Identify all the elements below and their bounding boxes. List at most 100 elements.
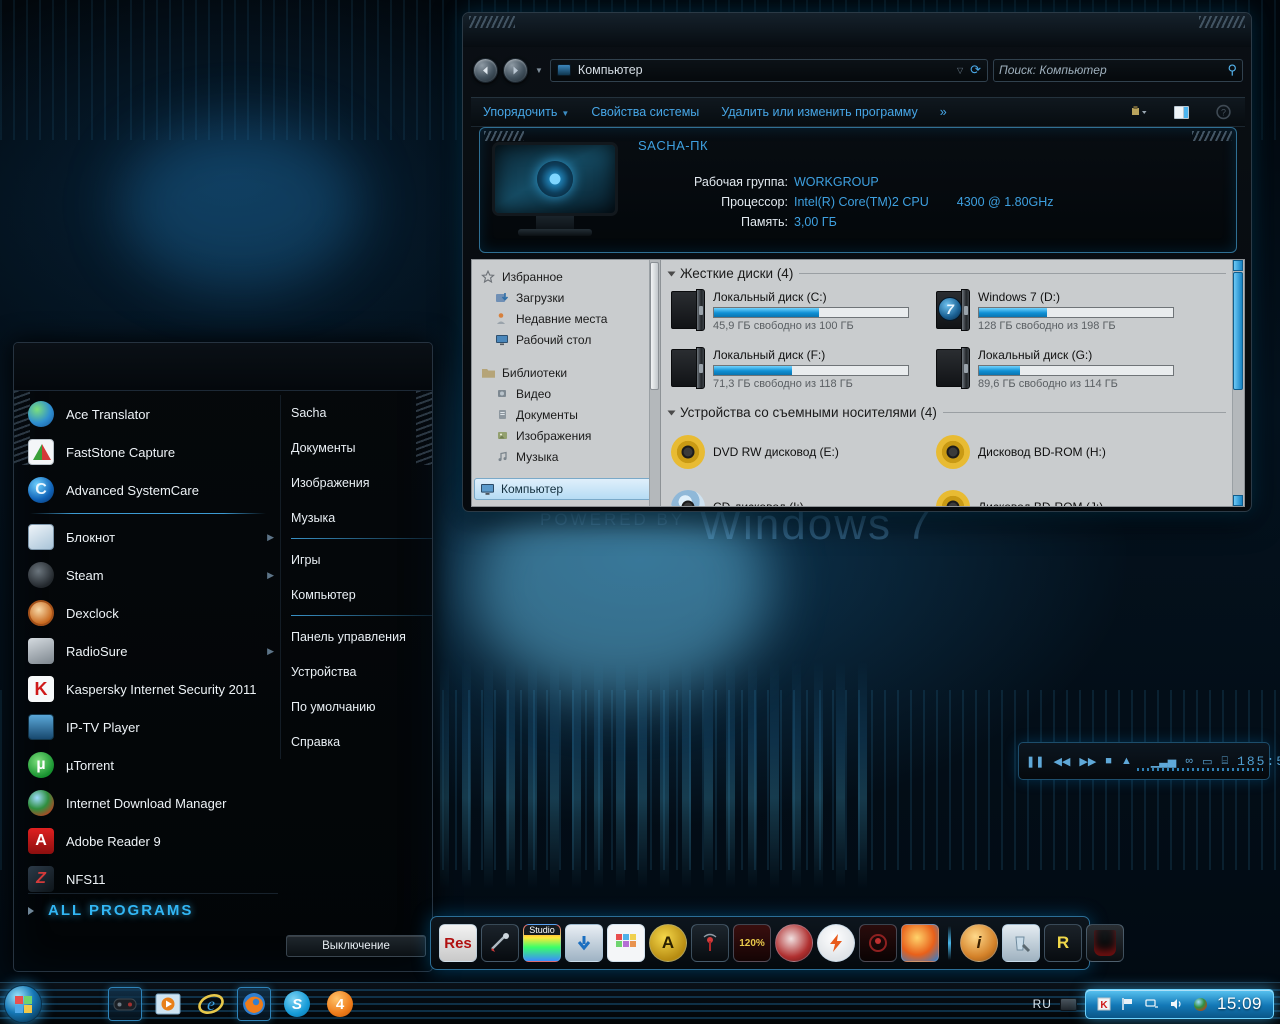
submenu-arrow-icon[interactable]: ▶	[267, 646, 278, 657]
network-icon[interactable]	[1145, 997, 1160, 1011]
nav-item-downloads[interactable]: Загрузки	[478, 287, 660, 308]
collapse-triangle-icon[interactable]	[667, 271, 676, 276]
toolbar-overflow-button[interactable]: »	[940, 105, 947, 119]
group-header-removable[interactable]: Устройства со съемными носителями (4)	[667, 405, 1244, 420]
start-menu-place-music[interactable]: Музыка	[291, 500, 428, 535]
taskbar-clock[interactable]: 15:09	[1217, 994, 1262, 1014]
start-menu-place-computer[interactable]: Компьютер	[291, 577, 428, 612]
start-menu-place-pictures[interactable]: Изображения	[291, 465, 428, 500]
nav-item-recent-places[interactable]: Недавние места	[478, 308, 660, 329]
shutdown-button[interactable]: Выключение	[286, 935, 426, 957]
flash-icon[interactable]	[817, 924, 855, 962]
antenna-icon[interactable]	[691, 924, 729, 962]
media-player-icon[interactable]	[151, 987, 185, 1021]
view-options-icon[interactable]	[1129, 104, 1149, 121]
start-menu-item[interactable]: C Advanced SystemCare	[28, 471, 278, 509]
preview-pane-icon[interactable]	[1171, 104, 1191, 121]
eject-icon[interactable]: ▲	[1121, 755, 1132, 767]
collapse-triangle-icon[interactable]	[667, 410, 676, 415]
optical-drive-item[interactable]: Дисковод BD-ROM (J:)	[936, 479, 1201, 506]
recycle-bin-icon[interactable]	[1086, 924, 1124, 962]
drive-item[interactable]: Локальный диск (C:) 45,9 ГБ свободно из …	[671, 285, 936, 343]
volume-icon[interactable]	[1169, 997, 1184, 1011]
drives-pane-scrollbar[interactable]	[1232, 260, 1244, 506]
windows-start-orb-icon[interactable]	[4, 985, 42, 1023]
start-menu-place-sacha[interactable]: Sacha	[291, 395, 428, 430]
drive-item[interactable]: 7 Windows 7 (D:) 128 ГБ свободно из 198 …	[936, 285, 1201, 343]
scroll-down-arrow-icon[interactable]	[1233, 495, 1243, 506]
submenu-arrow-icon[interactable]: ▶	[267, 570, 278, 581]
orange-four-icon[interactable]: 4	[323, 987, 357, 1021]
internet-explorer-icon[interactable]: e	[194, 987, 228, 1021]
minimize-icon[interactable]: ▭	[1202, 755, 1212, 768]
start-menu-place-control-panel[interactable]: Панель управления	[291, 619, 428, 654]
chevron-down-icon[interactable]: ▽	[957, 66, 963, 75]
system-properties-button[interactable]: Свойства системы	[591, 105, 699, 119]
start-menu-item[interactable]: Internet Download Manager	[28, 784, 278, 822]
download-icon[interactable]	[565, 924, 603, 962]
all-programs-button[interactable]: ALL PROGRAMS	[28, 893, 278, 923]
group-header-hard-drives[interactable]: Жесткие диски (4)	[667, 266, 1244, 281]
show-desktop-icon[interactable]	[1059, 997, 1077, 1011]
kaspersky-tray-icon[interactable]: K	[1097, 997, 1112, 1011]
next-icon[interactable]: ▶▶	[1079, 755, 1096, 768]
colors-icon[interactable]	[607, 924, 645, 962]
start-menu-item[interactable]: FastStone Capture	[28, 433, 278, 471]
start-menu-item[interactable]: A Adobe Reader 9	[28, 822, 278, 860]
skype-icon[interactable]: S	[280, 987, 314, 1021]
nav-item-desktop[interactable]: Рабочий стол	[478, 329, 660, 350]
submenu-arrow-icon[interactable]: ▶	[267, 532, 278, 543]
resource-hacker-icon[interactable]: Res	[439, 924, 477, 962]
help-icon[interactable]: ?	[1213, 104, 1233, 121]
media-progress-dots[interactable]	[1137, 768, 1263, 771]
nav-pane-scrollbar[interactable]	[649, 260, 660, 506]
optical-drive-item[interactable]: Дисковод BD-ROM (H:)	[936, 424, 1201, 479]
start-menu-item[interactable]: IP-TV Player	[28, 708, 278, 746]
start-menu-item[interactable]: Dexclock	[28, 594, 278, 632]
explorer-window[interactable]: ▼ Компьютер ▽ ⟳ Поиск: Компьютер ⚲ Упоря…	[462, 12, 1252, 512]
chevron-down-icon[interactable]: ▼	[535, 66, 543, 75]
uninstall-change-button[interactable]: Удалить или изменить программу	[721, 105, 918, 119]
start-menu-place-help[interactable]: Справка	[291, 724, 428, 759]
optical-drive-item[interactable]: DVD RW дисковод (E:)	[671, 424, 936, 479]
scrollbar-thumb[interactable]	[650, 262, 659, 390]
previous-icon[interactable]: ◀◀	[1053, 755, 1070, 768]
start-menu-place-devices[interactable]: Устройства	[291, 654, 428, 689]
start-menu-item[interactable]: K Kaspersky Internet Security 2011	[28, 670, 278, 708]
loop-icon[interactable]: ∞	[1185, 755, 1193, 767]
start-menu-item[interactable]: Блокнот ▶	[28, 518, 278, 556]
revo-uninstaller-icon[interactable]: R	[1044, 924, 1082, 962]
disc-tool-icon[interactable]	[859, 924, 897, 962]
nav-item-pictures[interactable]: Изображения	[478, 425, 660, 446]
firefox-variant-icon[interactable]	[901, 924, 939, 962]
start-menu-place-defaults[interactable]: По умолчанию	[291, 689, 428, 724]
firefox-icon[interactable]	[237, 987, 271, 1021]
nav-item-music[interactable]: Музыка	[478, 446, 660, 467]
stop-icon[interactable]: ■	[1105, 755, 1112, 767]
equalizer-icon[interactable]: ▁▃▅	[1151, 755, 1176, 768]
start-menu-place-games[interactable]: Игры	[291, 542, 428, 577]
start-menu-item[interactable]: RadioSure ▶	[28, 632, 278, 670]
search-icon[interactable]: ⚲	[1227, 62, 1237, 78]
search-input[interactable]: Поиск: Компьютер ⚲	[993, 58, 1243, 82]
start-menu-item[interactable]: Steam ▶	[28, 556, 278, 594]
organize-button[interactable]: Упорядочить ▼	[483, 105, 569, 119]
address-input[interactable]: Компьютер ▽ ⟳	[549, 58, 988, 82]
nav-item-libraries[interactable]: Библиотеки	[478, 362, 660, 383]
start-menu-item[interactable]: µ µTorrent	[28, 746, 278, 784]
tweak-tool-icon[interactable]	[481, 924, 519, 962]
drive-item[interactable]: Локальный диск (G:) 89,6 ГБ свободно из …	[936, 343, 1201, 401]
optical-drive-item[interactable]: CD-дисковод (I:)	[671, 479, 936, 506]
autoruns-icon[interactable]: A	[649, 924, 687, 962]
nav-item-favorites[interactable]: Избранное	[478, 266, 660, 287]
nero-icon[interactable]	[775, 924, 813, 962]
recycle-tool-icon[interactable]	[1002, 924, 1040, 962]
game-controller-icon[interactable]	[108, 987, 142, 1021]
nav-item-computer-selected[interactable]: Компьютер	[474, 478, 652, 500]
scroll-up-arrow-icon[interactable]	[1233, 260, 1243, 271]
idm-tray-icon[interactable]	[1193, 997, 1208, 1011]
lock-icon[interactable]: ⌸	[1221, 755, 1228, 768]
info-icon[interactable]: i	[960, 924, 998, 962]
nav-item-video[interactable]: Видео	[478, 383, 660, 404]
drive-item[interactable]: Локальный диск (F:) 71,3 ГБ свободно из …	[671, 343, 936, 401]
